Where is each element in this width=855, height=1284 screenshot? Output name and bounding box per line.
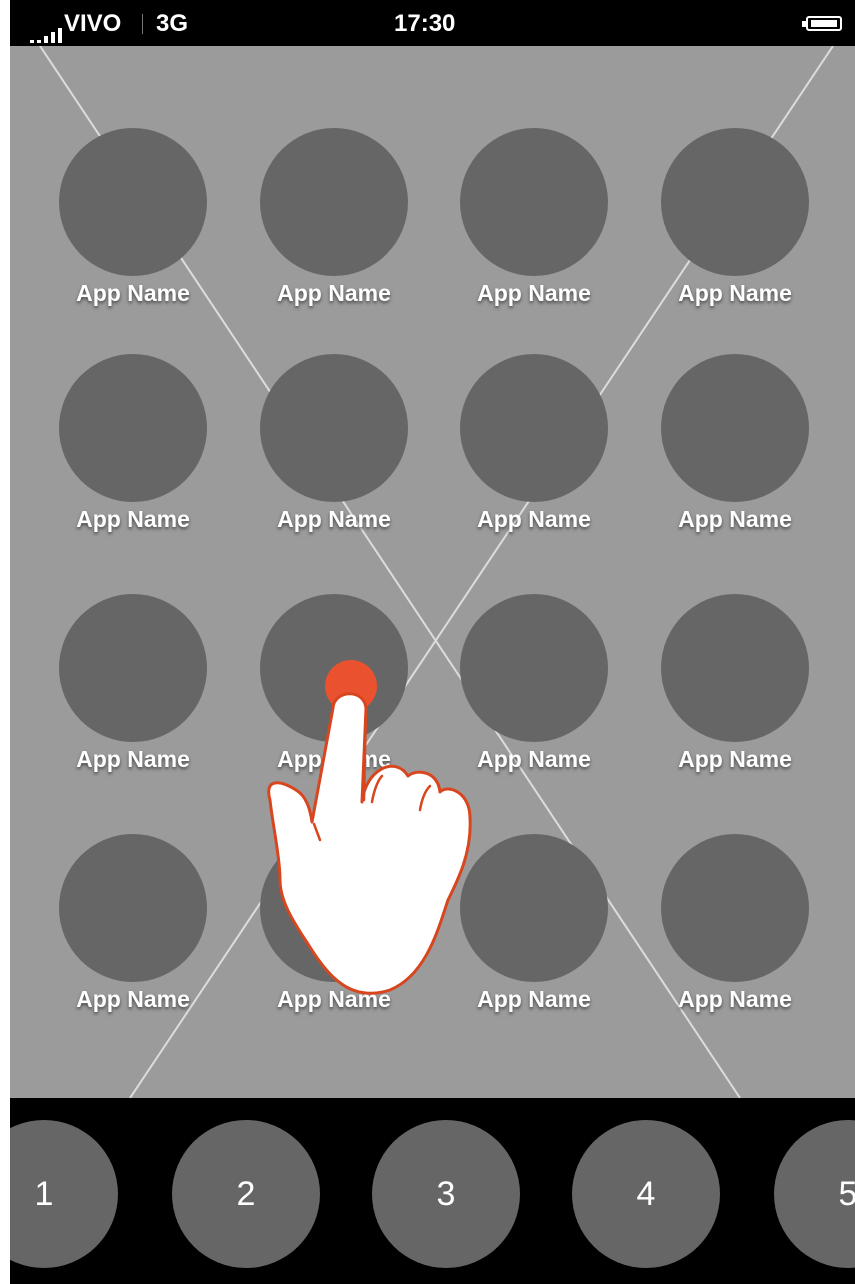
app-label: App Name (76, 746, 190, 772)
app-icon-7[interactable]: App Name (443, 354, 623, 554)
app-icon-6[interactable]: App Name (243, 354, 423, 554)
app-icon-15[interactable]: App Name (443, 834, 623, 1034)
signal-strength-icon (30, 28, 62, 43)
app-icon-image (460, 594, 608, 742)
app-icon-image (260, 594, 408, 742)
app-label: App Name (277, 506, 391, 532)
phone-screen: VIVO 3G 17:30 App Name App Name App Name… (10, 0, 855, 1284)
status-bar: VIVO 3G 17:30 (10, 0, 855, 46)
app-icon-12[interactable]: App Name (644, 594, 824, 794)
page-dock: 1 2 3 4 5 (10, 1098, 855, 1284)
app-label: App Name (477, 280, 591, 306)
app-label: App Name (277, 986, 391, 1012)
app-icon-1[interactable]: App Name (42, 128, 222, 328)
status-time: 17:30 (394, 10, 456, 37)
app-label: App Name (477, 506, 591, 532)
app-icon-image (59, 128, 207, 276)
app-icon-image (460, 834, 608, 982)
app-icon-image (661, 128, 809, 276)
app-label: App Name (277, 280, 391, 306)
app-icon-14[interactable]: App Name (243, 834, 423, 1034)
app-label: App Name (678, 986, 792, 1012)
page-button-2[interactable]: 2 (172, 1120, 320, 1268)
status-separator (142, 14, 143, 34)
app-icon-11[interactable]: App Name (443, 594, 623, 794)
app-label: App Name (477, 746, 591, 772)
app-icon-image (59, 834, 207, 982)
app-icon-8[interactable]: App Name (644, 354, 824, 554)
app-icon-2[interactable]: App Name (243, 128, 423, 328)
app-icon-image (460, 128, 608, 276)
page-button-1[interactable]: 1 (10, 1120, 118, 1268)
page-button-5[interactable]: 5 (774, 1120, 855, 1268)
app-label: App Name (76, 280, 190, 306)
app-icon-16[interactable]: App Name (644, 834, 824, 1034)
network-type: 3G (156, 10, 189, 37)
app-label: App Name (678, 280, 792, 306)
app-icon-3[interactable]: App Name (443, 128, 623, 328)
app-icon-9[interactable]: App Name (42, 594, 222, 794)
app-label: App Name (76, 506, 190, 532)
app-icon-13[interactable]: App Name (42, 834, 222, 1034)
app-label: App Name (277, 746, 391, 772)
app-icon-image (460, 354, 608, 502)
app-label: App Name (76, 986, 190, 1012)
battery-icon (802, 16, 842, 31)
home-screen: App Name App Name App Name App Name App … (10, 46, 855, 1098)
app-icon-4[interactable]: App Name (644, 128, 824, 328)
app-icon-image (260, 834, 408, 982)
app-icon-image (260, 128, 408, 276)
page-button-3[interactable]: 3 (372, 1120, 520, 1268)
app-icon-image (661, 834, 809, 982)
app-icon-image (661, 594, 809, 742)
app-icon-image (59, 354, 207, 502)
carrier-name: VIVO (64, 10, 122, 37)
page-button-4[interactable]: 4 (572, 1120, 720, 1268)
app-label: App Name (477, 986, 591, 1012)
app-icon-10[interactable]: App Name (243, 594, 423, 794)
app-label: App Name (678, 506, 792, 532)
app-label: App Name (678, 746, 792, 772)
app-icon-5[interactable]: App Name (42, 354, 222, 554)
app-icon-image (661, 354, 809, 502)
app-icon-image (260, 354, 408, 502)
app-icon-image (59, 594, 207, 742)
